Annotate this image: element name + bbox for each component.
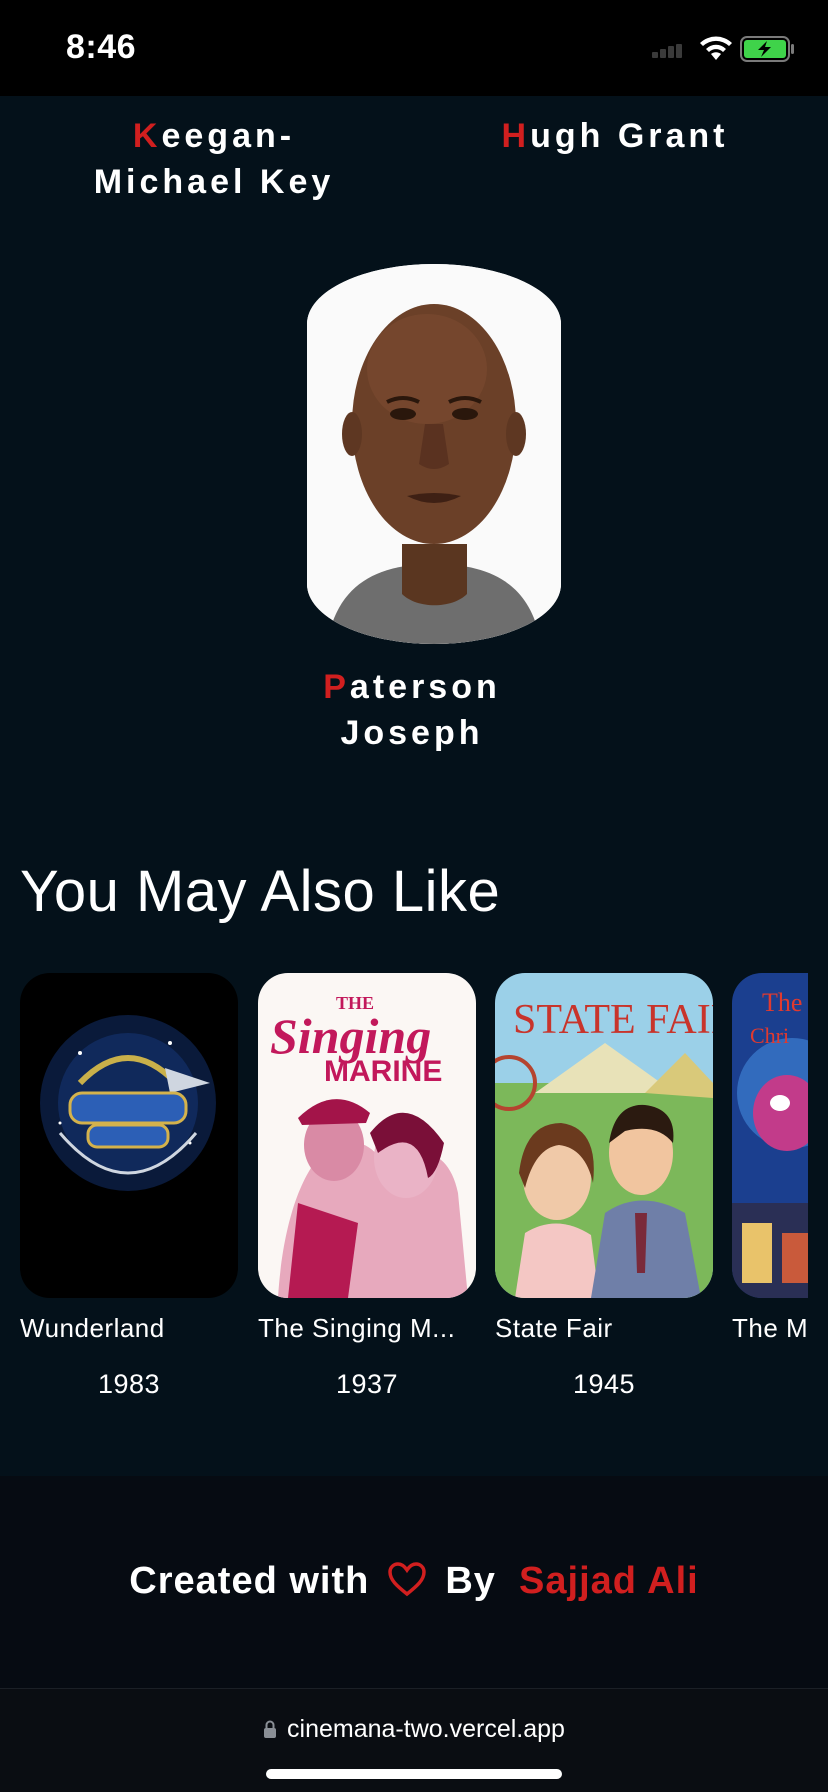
svg-text:MARINE: MARINE xyxy=(324,1055,442,1088)
lock-icon xyxy=(263,1716,277,1738)
battery-charging-icon xyxy=(740,36,796,62)
movie-title: Wunderland xyxy=(20,1313,165,1343)
cast-name-initial: H xyxy=(501,117,531,155)
cast-photo-paterson-joseph[interactable] xyxy=(307,264,561,644)
footer-by: By xyxy=(445,1560,496,1602)
status-time: 8:46 xyxy=(66,28,137,66)
movie-title: The Singing M... xyxy=(258,1313,456,1343)
browser-url-bar[interactable]: cinemana-two.vercel.app xyxy=(0,1688,828,1792)
page: 8:46 Keegan-Michael Key Hugh Grant Pater… xyxy=(0,0,828,1792)
footer: Created with By Sajjad Ali xyxy=(0,1476,828,1688)
movie-year: 1937 xyxy=(335,1369,399,1399)
movie-poster[interactable]: STATE FAIR xyxy=(495,973,713,1298)
svg-text:The: The xyxy=(762,988,802,1017)
cast-name-hugh-grant[interactable]: Hugh Grant xyxy=(470,113,760,159)
movie-title: State Fair xyxy=(495,1313,613,1343)
recommendations-carousel[interactable]: Wunderland 1983 THE Singing MARINE The S… xyxy=(20,973,808,1413)
footer-credit: Created with By Sajjad Ali xyxy=(0,1560,828,1603)
url-text: cinemana-two.vercel.app xyxy=(287,1715,565,1743)
cast-name-rest: aterson Joseph xyxy=(340,668,501,752)
section-title-you-may-also-like: You May Also Like xyxy=(20,859,501,924)
movie-year: 1983 xyxy=(97,1369,161,1399)
cast-name-initial: K xyxy=(132,117,162,155)
url-display[interactable]: cinemana-two.vercel.app xyxy=(0,1715,828,1744)
cast-name-rest: eegan-Michael Key xyxy=(93,117,335,201)
status-bar: 8:46 xyxy=(0,0,828,96)
movie-year: 1945 xyxy=(572,1369,636,1399)
heart-icon xyxy=(387,1561,427,1597)
footer-author-link[interactable]: Sajjad Ali xyxy=(519,1560,699,1602)
svg-text:Chri: Chri xyxy=(750,1023,789,1048)
movie-poster[interactable]: THE Singing MARINE xyxy=(258,973,476,1298)
home-indicator[interactable] xyxy=(266,1769,562,1779)
cast-name-rest: ugh Grant xyxy=(530,117,729,155)
cast-name-keegan-michael-key[interactable]: Keegan-Michael Key xyxy=(62,113,366,205)
cast-name-initial: P xyxy=(323,668,350,706)
footer-created-with: Created with xyxy=(129,1560,370,1602)
movie-poster[interactable] xyxy=(20,973,238,1298)
cellular-signal-icon xyxy=(652,44,682,58)
movie-poster[interactable]: The Chri xyxy=(732,973,808,1298)
svg-text:STATE FAIR: STATE FAIR xyxy=(513,997,713,1043)
movie-title: The M xyxy=(732,1313,808,1343)
wifi-icon xyxy=(698,34,734,62)
cast-name-paterson-joseph[interactable]: Paterson Joseph xyxy=(262,664,562,756)
